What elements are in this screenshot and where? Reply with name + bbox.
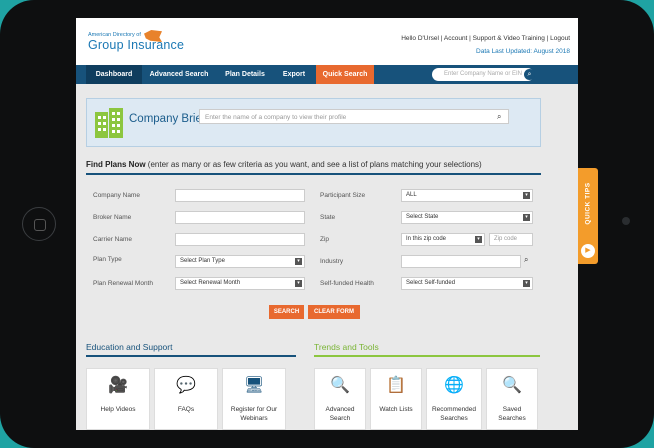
advanced-search-card[interactable]: 🔍 Advanced Search — [314, 368, 366, 430]
nav-search-input[interactable]: Enter Company Name or EIN — [432, 68, 534, 81]
nav-advanced-search[interactable]: Advanced Search — [144, 65, 214, 84]
renewal-month-select[interactable]: Select Renewal Month ▾ — [175, 277, 305, 290]
zip-distance-select[interactable]: In this zip code ▾ — [401, 233, 485, 246]
zip-input[interactable]: Zip code — [489, 233, 533, 246]
participant-size-select[interactable]: ALL ▾ — [401, 189, 533, 202]
building-icon — [95, 108, 123, 138]
chevron-down-icon: ▾ — [475, 236, 482, 243]
magnifier-icon: 🔍 — [330, 377, 350, 394]
nav-dashboard[interactable]: Dashboard — [86, 65, 142, 84]
carrier-name-input[interactable] — [175, 233, 305, 246]
globe-icon: 🌐 — [444, 377, 464, 394]
presentation-icon: 🖥 — [243, 377, 265, 394]
quick-tips-tab[interactable]: QUICK TIPS ▶ — [578, 168, 598, 264]
industry-label: Industry — [320, 258, 344, 265]
carrier-name-label: Carrier Name — [93, 236, 133, 243]
divider — [86, 355, 296, 357]
company-brief-input[interactable]: Enter the name of a company to view thei… — [199, 109, 509, 124]
header: American Directory of Group Insurance He… — [76, 18, 578, 65]
company-name-input[interactable] — [175, 189, 305, 202]
top-links[interactable]: Hello D'Ursel | Account | Support & Vide… — [401, 35, 570, 42]
faqs-card[interactable]: 💬 FAQs — [154, 368, 218, 430]
list-icon: 📋 — [386, 377, 406, 394]
chevron-down-icon: ▾ — [295, 280, 302, 287]
search-button[interactable]: SEARCH — [269, 305, 304, 319]
clear-form-button[interactable]: CLEAR FORM — [308, 305, 360, 319]
tablet-frame: American Directory of Group Insurance He… — [0, 0, 654, 448]
participant-size-label: Participant Size — [320, 192, 366, 199]
screen: American Directory of Group Insurance He… — [76, 18, 578, 430]
play-icon[interactable]: ▶ — [581, 244, 595, 258]
magnifier-icon: 🔍 — [502, 377, 522, 394]
chevron-down-icon: ▾ — [295, 258, 302, 265]
brief-search-icon[interactable]: ⌕ — [497, 109, 507, 124]
industry-search-icon[interactable]: ⌕ — [524, 255, 528, 265]
nav-plan-details[interactable]: Plan Details — [218, 65, 272, 84]
data-updated-label: Data Last Updated: August 2018 — [476, 48, 570, 55]
industry-input[interactable] — [401, 255, 521, 268]
trends-title: Trends and Tools — [314, 342, 379, 352]
help-videos-card[interactable]: 🎥 Help Videos — [86, 368, 150, 430]
self-funded-label: Self-funded Health — [320, 280, 374, 287]
main-nav: Dashboard Advanced Search Plan Details E… — [76, 65, 578, 84]
state-select[interactable]: Select State ▾ — [401, 211, 533, 224]
company-brief-title: Company Brief — [129, 113, 206, 125]
nav-quick-search[interactable]: Quick Search — [316, 65, 374, 84]
search-icon[interactable]: ⌕ — [524, 69, 535, 80]
divider — [314, 355, 540, 357]
camera — [622, 217, 630, 225]
company-name-label: Company Name — [93, 192, 140, 199]
video-camera-icon: 🎥 — [108, 377, 128, 394]
education-title: Education and Support — [86, 342, 173, 352]
state-label: State — [320, 214, 336, 221]
chevron-down-icon: ▾ — [523, 280, 530, 287]
chevron-down-icon: ▾ — [523, 192, 530, 199]
webinars-card[interactable]: 🖥 Register for Our Webinars — [222, 368, 286, 430]
watch-lists-card[interactable]: 📋 Watch Lists — [370, 368, 422, 430]
chevron-down-icon: ▾ — [523, 214, 530, 221]
plan-type-select[interactable]: Select Plan Type ▾ — [175, 255, 305, 268]
home-button[interactable] — [22, 207, 56, 241]
recommended-searches-card[interactable]: 🌐 Recommended Searches — [426, 368, 482, 430]
plan-type-label: Plan Type — [93, 256, 122, 263]
nav-export[interactable]: Export — [276, 65, 312, 84]
divider — [86, 173, 541, 175]
find-plans-title: Find Plans Now (enter as many or as few … — [86, 160, 482, 169]
renewal-month-label: Plan Renewal Month — [93, 280, 153, 287]
chat-icon: 💬 — [176, 377, 196, 394]
logo[interactable]: Group Insurance — [88, 38, 184, 52]
broker-name-input[interactable] — [175, 211, 305, 224]
zip-label: Zip — [320, 236, 330, 243]
broker-name-label: Broker Name — [93, 214, 132, 221]
company-brief-panel: Company Brief Enter the name of a compan… — [86, 98, 541, 147]
self-funded-select[interactable]: Select Self-funded ▾ — [401, 277, 533, 290]
saved-searches-card[interactable]: 🔍 Saved Searches — [486, 368, 538, 430]
